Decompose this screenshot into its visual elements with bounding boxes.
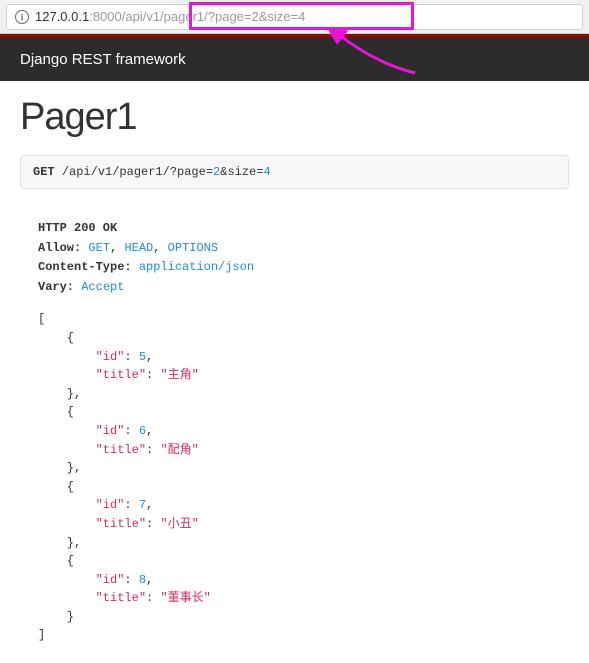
page-title: Pager1 bbox=[20, 96, 569, 139]
request-line: GET /api/v1/pager1/?page=2&size=4 bbox=[20, 155, 569, 189]
response-header: Allow: GET, HEAD, OPTIONS bbox=[38, 239, 551, 258]
response-block: HTTP 200 OK Allow: GET, HEAD, OPTIONSCon… bbox=[20, 207, 569, 663]
brand-link[interactable]: Django REST framework bbox=[20, 51, 186, 68]
request-path: /api/v1/pager1/?page=2&size=4 bbox=[62, 165, 271, 179]
url-text: 127.0.0.1:8000/api/v1/pager1/?page=2&siz… bbox=[35, 9, 305, 24]
response-header: Content-Type: application/json bbox=[38, 258, 551, 277]
info-icon: i bbox=[15, 10, 29, 24]
response-body: [ { "id": 5, "title": "主角" }, { "id": 6,… bbox=[38, 310, 551, 645]
response-header: Vary: Accept bbox=[38, 278, 551, 297]
browser-address-bar: i 127.0.0.1:8000/api/v1/pager1/?page=2&s… bbox=[0, 0, 589, 34]
content-area: Pager1 GET /api/v1/pager1/?page=2&size=4… bbox=[0, 81, 589, 663]
http-method: GET bbox=[33, 165, 55, 179]
drf-navbar: Django REST framework bbox=[0, 37, 589, 81]
url-input[interactable]: i 127.0.0.1:8000/api/v1/pager1/?page=2&s… bbox=[6, 4, 583, 30]
status-line: HTTP 200 OK bbox=[38, 221, 117, 235]
